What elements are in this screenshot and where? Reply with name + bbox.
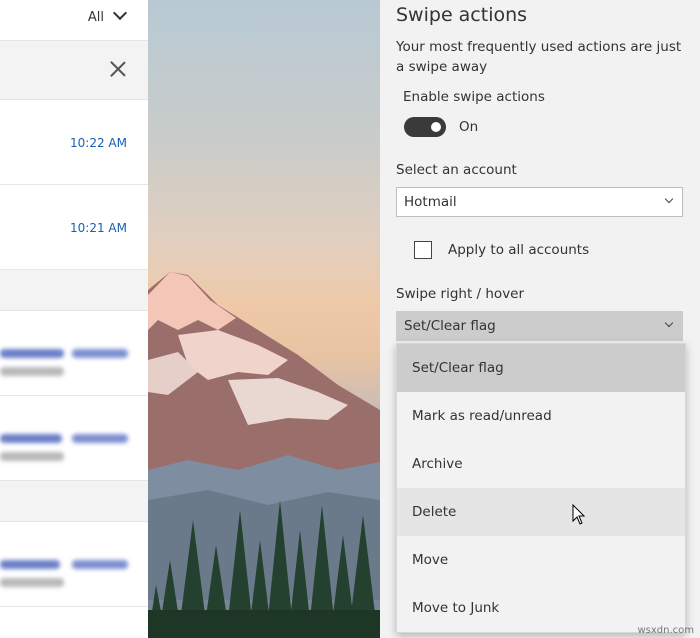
blurred-preview	[0, 367, 64, 376]
chevron-down-icon	[664, 194, 674, 204]
blurred-date	[72, 560, 128, 569]
blurred-sender	[0, 349, 64, 358]
swipe-right-dropdown-list: Set/Clear flag Mark as read/unread Archi…	[396, 343, 686, 633]
option-move[interactable]: Move	[397, 536, 685, 584]
swipe-actions-panel: Swipe actions Your most frequently used …	[380, 0, 700, 638]
blurred-preview	[0, 578, 64, 587]
chevron-down-icon	[664, 318, 674, 328]
account-select-value: Hotmail	[404, 194, 457, 210]
option-set-clear-flag[interactable]: Set/Clear flag	[397, 344, 685, 392]
mail-row[interactable]	[0, 311, 148, 396]
mail-time: 10:21 AM	[70, 221, 127, 235]
option-mark-read-unread[interactable]: Mark as read/unread	[397, 392, 685, 440]
mail-row[interactable]	[0, 396, 148, 481]
watermark: wsxdn.com	[637, 625, 694, 636]
mail-row[interactable]	[0, 522, 148, 607]
background-mountain-image	[148, 0, 380, 638]
search-bar	[0, 41, 148, 100]
blurred-preview	[0, 452, 64, 461]
blurred-sender	[0, 560, 60, 569]
close-icon[interactable]	[110, 61, 126, 77]
swipe-right-select[interactable]: Set/Clear flag	[396, 311, 683, 341]
option-archive[interactable]: Archive	[397, 440, 685, 488]
option-delete[interactable]: Delete	[397, 488, 685, 536]
account-label: Select an account	[396, 162, 517, 178]
mail-time: 10:22 AM	[70, 136, 127, 150]
swipe-right-label: Swipe right / hover	[396, 286, 525, 302]
blurred-date	[72, 434, 128, 443]
apply-all-label: Apply to all accounts	[448, 242, 590, 258]
toggle-knob	[431, 122, 441, 132]
swipe-right-select-value: Set/Clear flag	[404, 318, 496, 334]
filter-bar: All	[0, 0, 148, 41]
chevron-down-icon[interactable]	[112, 5, 128, 21]
apply-all-checkbox[interactable]	[414, 241, 432, 259]
enable-swipe-label: Enable swipe actions	[403, 89, 545, 105]
enable-swipe-toggle[interactable]	[404, 117, 446, 137]
blurred-sender	[0, 434, 62, 443]
mouse-cursor-icon	[572, 504, 586, 525]
toggle-state-label: On	[459, 119, 479, 135]
blurred-date	[72, 349, 128, 358]
mail-list-pane: All 10:22 AM 10:21 AM	[0, 0, 148, 638]
panel-title: Swipe actions	[396, 4, 528, 26]
mail-row[interactable]: 10:21 AM	[0, 185, 148, 270]
account-select[interactable]: Hotmail	[396, 187, 683, 217]
mail-row[interactable]: 10:22 AM	[0, 100, 148, 185]
panel-description: Your most frequently used actions are ju…	[396, 39, 682, 75]
group-header	[0, 270, 148, 311]
mountain-illustration	[148, 272, 380, 638]
group-header	[0, 481, 148, 522]
filter-dropdown[interactable]: All	[88, 10, 104, 25]
